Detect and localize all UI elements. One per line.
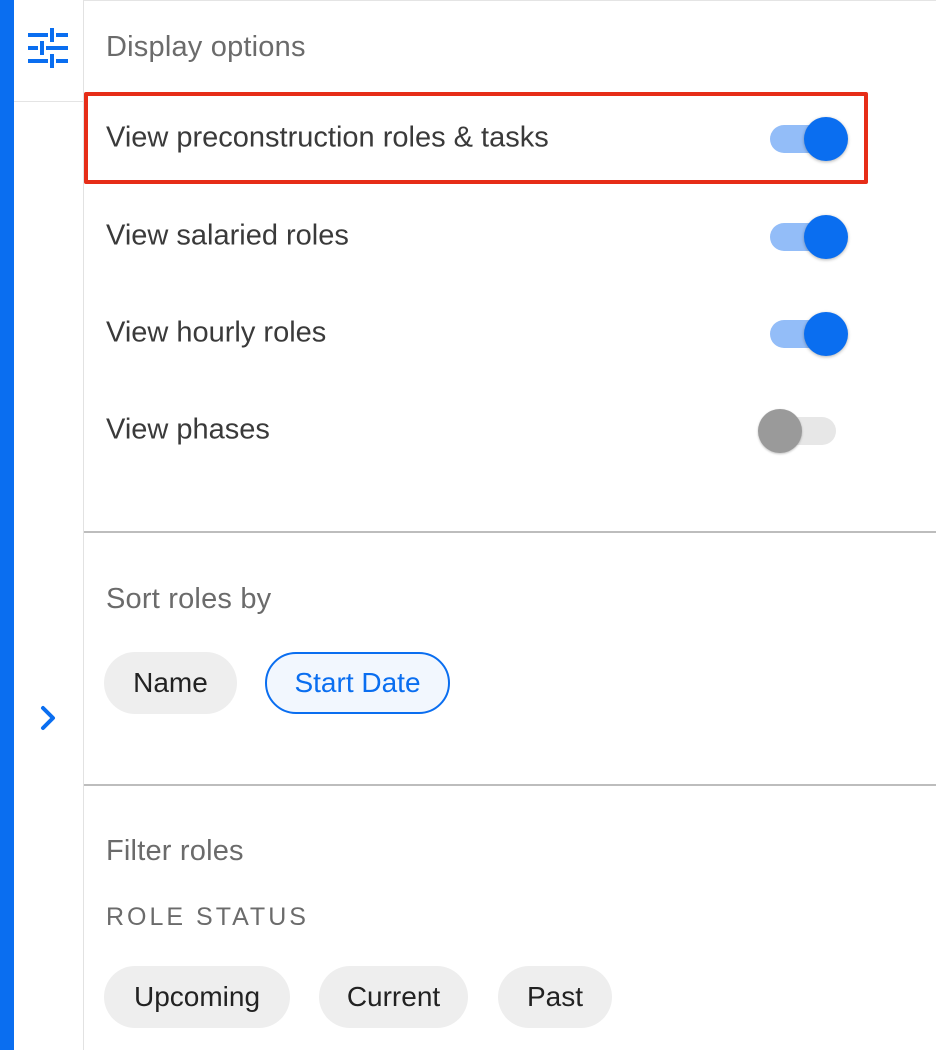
filter-chip-current[interactable]: Current — [319, 966, 468, 1028]
filter-chip-past[interactable]: Past — [498, 966, 612, 1028]
option-row-hourly[interactable]: View hourly roles — [84, 287, 868, 379]
option-label: View preconstruction roles & tasks — [106, 121, 549, 154]
sort-chip-start-date[interactable]: Start Date — [265, 652, 450, 714]
phases-toggle[interactable] — [758, 405, 842, 455]
display-options-panel: Display options View preconstruction rol… — [84, 0, 936, 1050]
side-rail — [14, 0, 84, 1050]
option-label: View hourly roles — [106, 316, 327, 349]
divider — [84, 531, 936, 533]
hourly-toggle[interactable] — [764, 308, 848, 358]
salaried-toggle[interactable] — [764, 211, 848, 261]
sort-section-title: Sort roles by — [106, 583, 272, 615]
toggle-thumb — [758, 409, 802, 453]
display-options-title: Display options — [106, 31, 306, 63]
option-row-preconstruction[interactable]: View preconstruction roles & tasks — [84, 92, 868, 184]
option-row-phases[interactable]: View phases — [84, 384, 868, 476]
sort-chip-name[interactable]: Name — [104, 652, 237, 714]
option-label: View phases — [106, 413, 270, 446]
tune-icon[interactable] — [26, 28, 70, 68]
toggle-thumb — [804, 215, 848, 259]
toggle-thumb — [804, 117, 848, 161]
toggle-thumb — [804, 312, 848, 356]
rail-header — [14, 0, 84, 102]
role-status-heading: ROLE STATUS — [106, 903, 309, 931]
top-border — [84, 0, 936, 1]
option-row-salaried[interactable]: View salaried roles — [84, 190, 868, 282]
accent-bar — [0, 0, 14, 1050]
filter-chip-upcoming[interactable]: Upcoming — [104, 966, 290, 1028]
preconstruction-toggle[interactable] — [764, 113, 848, 163]
filter-section-title: Filter roles — [106, 835, 244, 867]
divider — [84, 784, 936, 786]
option-label: View salaried roles — [106, 219, 349, 252]
chevron-right-icon[interactable] — [36, 702, 62, 734]
